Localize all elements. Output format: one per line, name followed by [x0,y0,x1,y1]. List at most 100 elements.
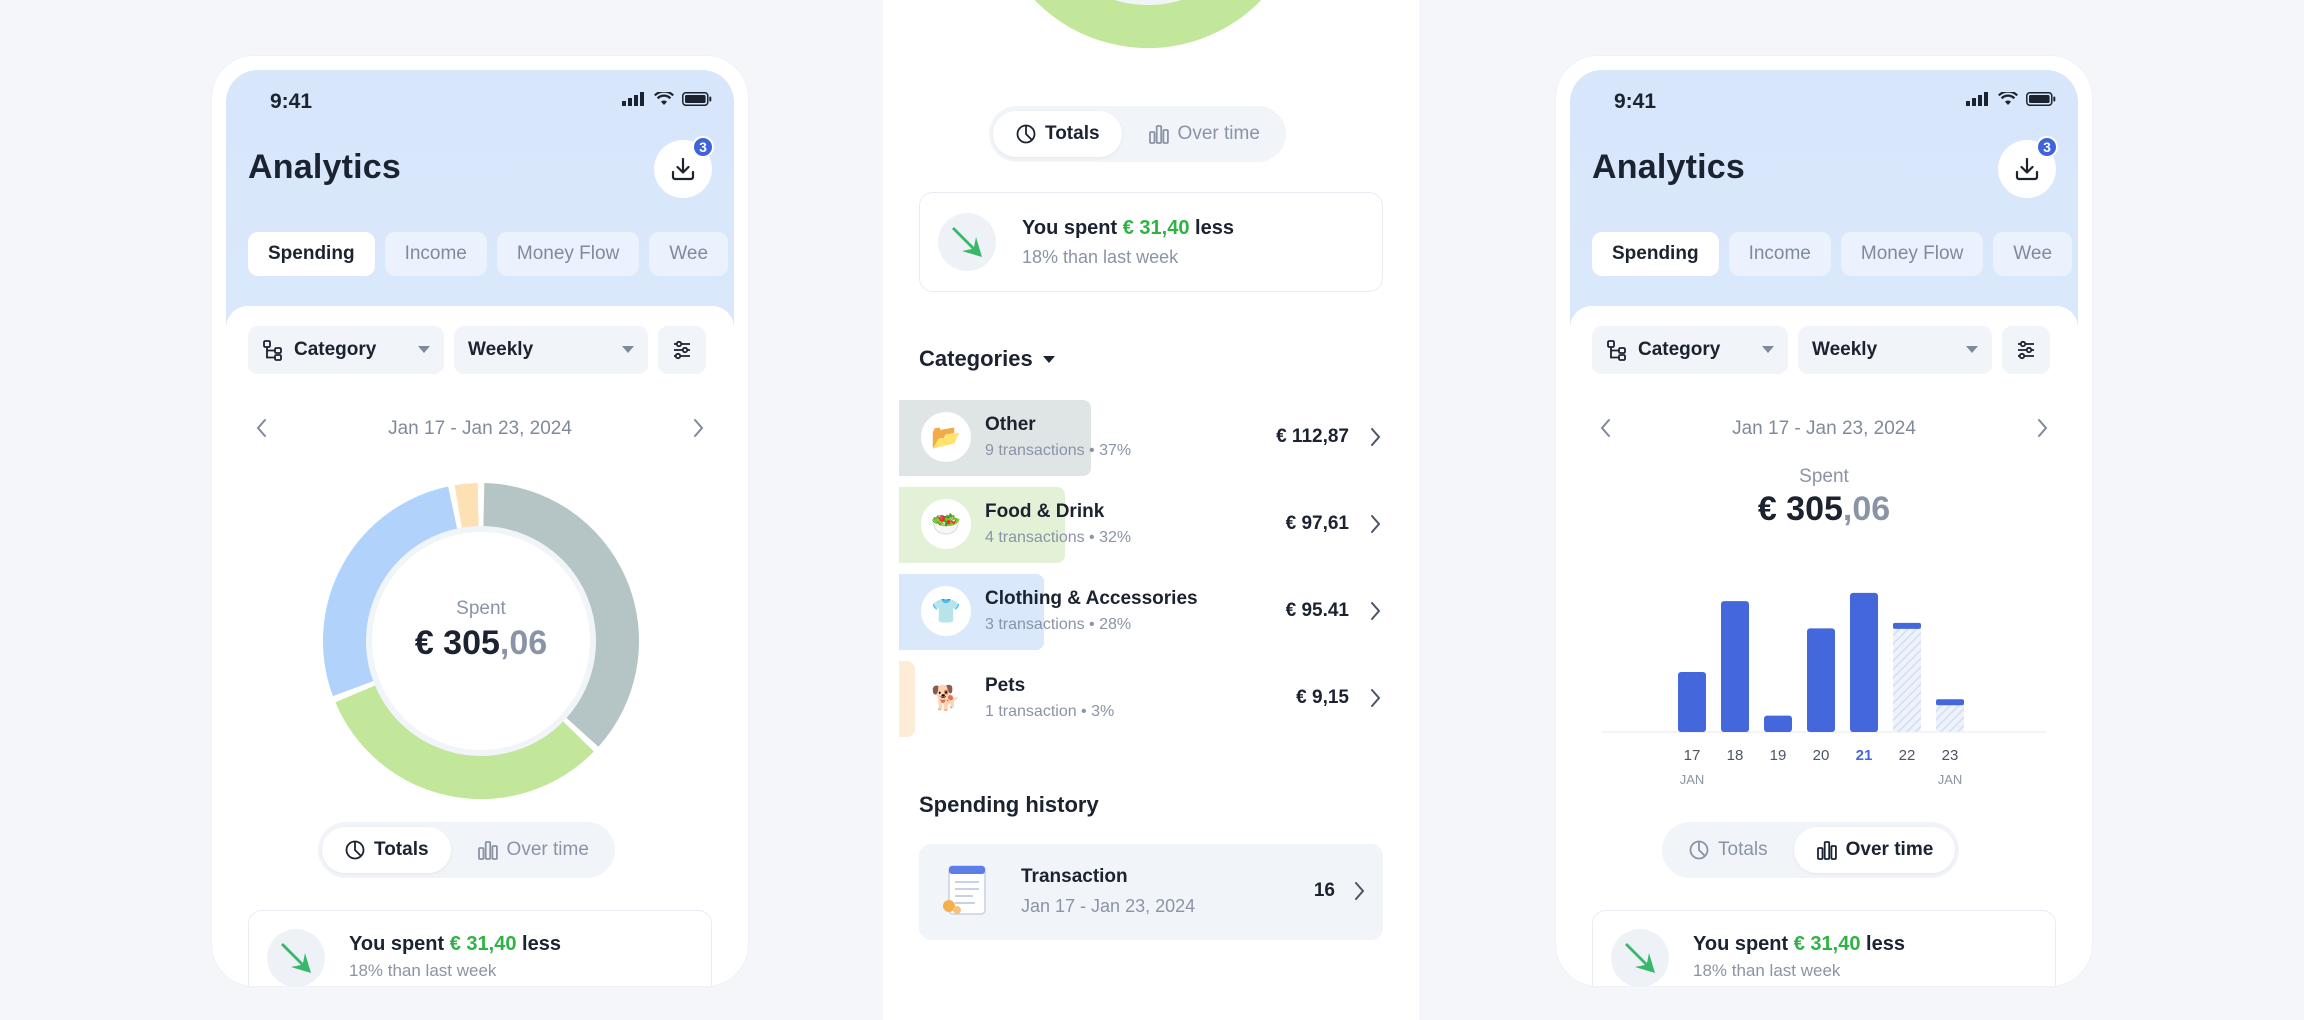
x-tick-label: 21 [1856,747,1873,764]
spent-label: Spent [1799,466,1849,487]
bar-chart-icon [1148,125,1169,144]
insight-amount: € 31,40 [1793,933,1861,955]
bar-20[interactable] [1807,628,1835,732]
sliders-icon [2018,340,2034,360]
dog-icon: 🐕 [921,673,971,723]
insight-prefix: You spent [1022,217,1118,239]
tab-weekly-partial[interactable]: Wee [649,232,729,276]
caret-down-icon [1042,355,1055,363]
toggle-over-time[interactable]: Over time [1126,111,1282,157]
arrow-down-icon [281,943,311,973]
download-button[interactable]: 3 [1998,136,2058,198]
date-range-row: Jan 17 - Jan 23, 2024 [248,414,712,444]
prev-period-button[interactable] [1594,416,1618,440]
spent-amount-cents: ,06 [1842,490,1891,528]
bar-chart-icon [477,841,498,860]
signal-icon [622,92,644,106]
bar-22[interactable] [1893,622,1921,732]
period-select[interactable]: Weekly [454,326,648,374]
tab-spending[interactable]: Spending [248,232,375,276]
category-select[interactable]: Category [1592,326,1788,374]
category-sub: 9 transactions • 37% [985,442,1132,459]
category-row[interactable]: 🥗 Food & Drink 4 transactions • 32% € 97,61 [883,483,1419,563]
status-time: 9:41 [270,90,313,113]
toggle-totals-label: Totals [1045,123,1100,144]
download-button[interactable]: 3 [654,136,714,198]
toggle-over-time-label: Over time [1177,123,1260,144]
status-icons [622,92,712,106]
period-select[interactable]: Weekly [1798,326,1992,374]
status-icons [1966,92,2056,106]
tab-spending[interactable]: Spending [1592,232,1719,276]
bar-cap-23 [1936,699,1964,706]
receipt-icon [935,860,997,922]
history-title: Transaction [1021,866,1128,887]
toggle-totals[interactable]: Totals [322,827,451,873]
tab-income[interactable]: Income [384,232,487,276]
x-month-label: JAN [1680,772,1705,787]
prev-period-button[interactable] [250,416,274,440]
insight-text: You spent € 31,40 less [1022,217,1234,240]
chevron-left-icon [1600,419,1610,437]
donut-center-label: Spent [456,598,506,619]
next-period-button[interactable] [686,416,710,440]
category-row[interactable]: 👕 Clothing & Accessories 3 transactions • … [883,570,1419,650]
insight-card: You spent € 31,40 less 18% than last wee… [919,192,1383,292]
bar-19[interactable] [1764,715,1792,732]
arrow-down-icon [952,227,982,257]
toggle-totals[interactable]: Totals [1666,827,1790,873]
insight-prefix: You spent [1693,933,1789,955]
category-select[interactable]: Category [248,326,444,374]
spent-amount-whole: € 305 [414,624,500,662]
battery-icon [2026,92,2056,106]
bar-chart-icon [1816,841,1837,860]
chevron-down-icon [1762,346,1774,353]
category-row[interactable]: 🐕 Pets 1 transaction • 3% € 9,15 [883,657,1419,737]
view-toggle: Totals Over time [989,106,1286,162]
insight-detail: 18% than last week [349,961,497,980]
donut-center-amount: € 305,06 [316,624,646,663]
insight-text: You spent € 31,40 less [1693,933,1905,956]
chevron-right-icon [1371,428,1381,446]
content-sheet: Category Weekly Jan 17 - Jan 23, 2024 Sp… [1570,306,2078,986]
category-amount: € 9,15 [1296,687,1349,708]
toggle-over-time[interactable]: Over time [1793,827,1956,873]
donut-segment [454,483,479,529]
category-amount: € 95.41 [1285,600,1349,621]
chevron-down-icon [418,346,430,353]
header-area: 9:41 Analytics 3 Spending Income Money F… [226,70,734,330]
category-row[interactable]: 📂 Other 9 transactions • 37% € 112,87 [883,396,1419,476]
filter-settings-button[interactable] [658,326,706,374]
bar-21[interactable] [1850,592,1878,732]
bar-17[interactable] [1678,672,1706,732]
tab-money-flow[interactable]: Money Flow [496,232,640,276]
view-toggle: Totals Over time [318,822,615,878]
filter-settings-button[interactable] [2002,326,2050,374]
toggle-totals[interactable]: Totals [993,111,1122,157]
battery-icon [682,92,712,106]
arrow-down-icon [1625,943,1655,973]
filter-row: Category Weekly [248,326,712,374]
tab-money-flow[interactable]: Money Flow [1840,232,1984,276]
category-select-value: Category [1638,339,1721,360]
hierarchy-icon [1607,340,1626,361]
wifi-icon [1998,92,2018,105]
download-icon [671,157,695,181]
bar-chart: 17 JAN 18 19 20 21 22 23 JAN [1602,592,2046,787]
period-select-value: Weekly [468,339,534,360]
bar-18[interactable] [1721,601,1749,732]
history-row[interactable]: Transaction Jan 17 - Jan 23, 2024 16 [919,844,1383,940]
toggle-over-time[interactable]: Over time [455,827,611,873]
tab-weekly-partial[interactable]: Wee [1993,232,2073,276]
chevron-right-icon [694,419,704,437]
next-period-button[interactable] [2030,416,2054,440]
categories-dropdown[interactable]: Categories [919,346,1055,372]
tab-bar: Spending Income Money Flow Wee [248,232,729,276]
toggle-totals-label: Totals [1718,839,1768,860]
tab-income[interactable]: Income [1728,232,1831,276]
chevron-left-icon [256,419,266,437]
period-select-value: Weekly [1812,339,1878,360]
date-range-row: Jan 17 - Jan 23, 2024 [1592,414,2056,444]
donut-chart-partial [983,0,1313,55]
insight-prefix: You spent [349,933,445,955]
